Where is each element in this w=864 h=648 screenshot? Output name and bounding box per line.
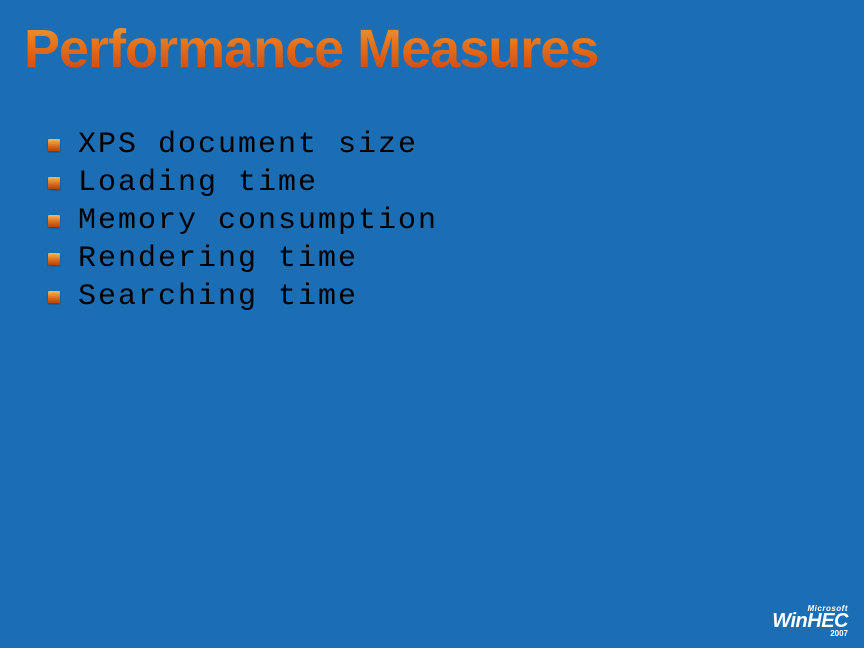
list-item: Memory consumption <box>48 204 438 238</box>
bullet-icon <box>48 177 60 189</box>
bullet-icon <box>48 215 60 227</box>
footer-logo: Microsoft WinHEC 2007 <box>772 604 848 638</box>
list-item: XPS document size <box>48 128 438 162</box>
list-item-text: Rendering time <box>78 242 358 276</box>
list-item: Rendering time <box>48 242 438 276</box>
list-item-text: Memory consumption <box>78 204 438 238</box>
slide-title: Performance Measures <box>24 18 598 80</box>
list-item: Loading time <box>48 166 438 200</box>
list-item-text: XPS document size <box>78 128 418 162</box>
bullet-list: XPS document size Loading time Memory co… <box>48 128 438 318</box>
list-item-text: Loading time <box>78 166 318 200</box>
bullet-icon <box>48 253 60 265</box>
list-item-text: Searching time <box>78 280 358 314</box>
footer-event: WinHEC <box>772 611 848 631</box>
list-item: Searching time <box>48 280 438 314</box>
bullet-icon <box>48 139 60 151</box>
bullet-icon <box>48 291 60 303</box>
